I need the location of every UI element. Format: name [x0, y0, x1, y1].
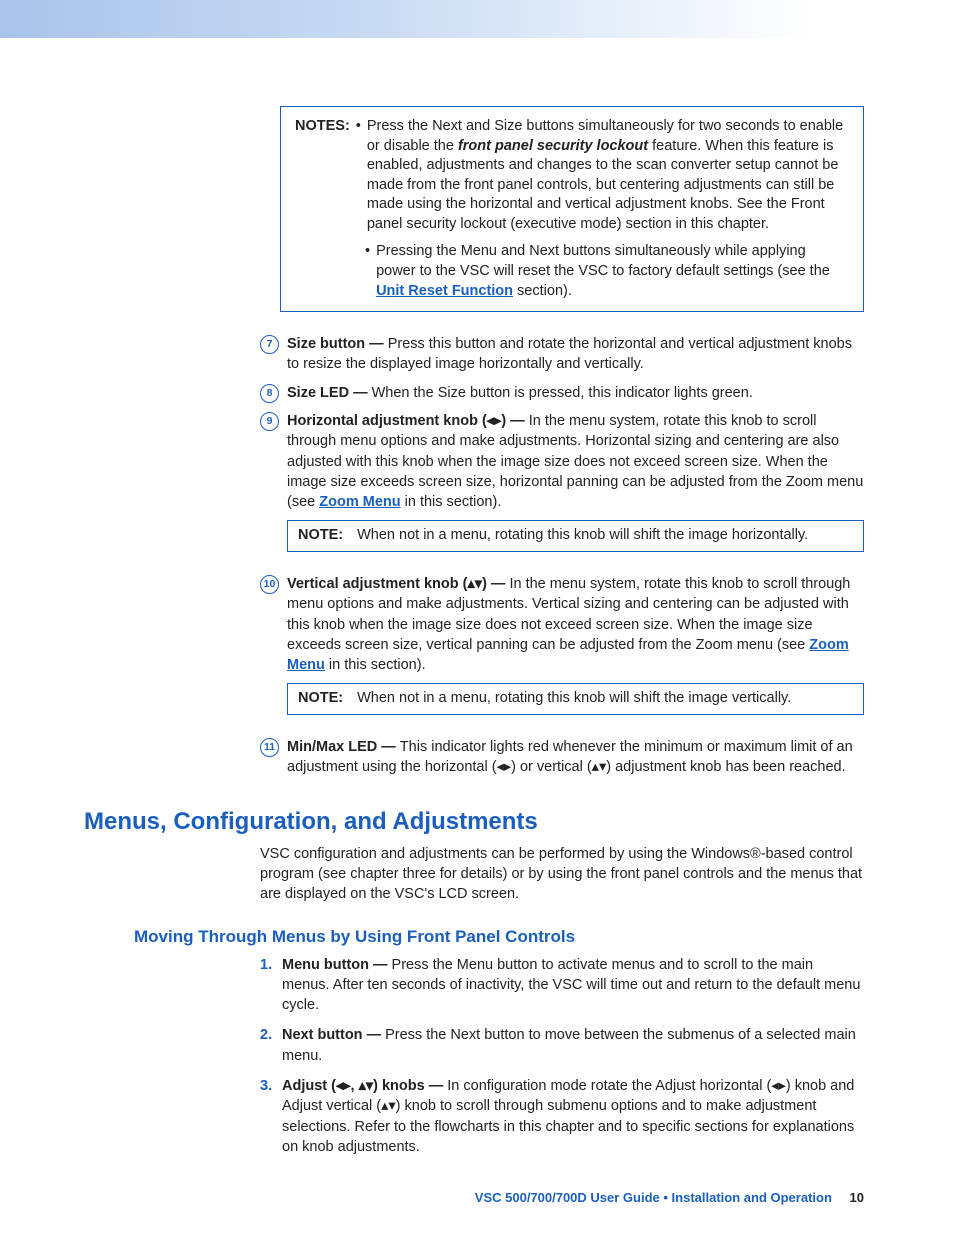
item-term: Min/Max LED — — [287, 739, 400, 755]
circled-number-icon: 10 — [260, 575, 279, 594]
list-number: 3. — [260, 1076, 282, 1157]
note-label: NOTE: — [298, 527, 343, 543]
note-label: NOTE: — [298, 690, 343, 706]
notes-bullet-1: Press the Next and Size buttons simultan… — [367, 117, 849, 234]
heading-1: Menus, Configuration, and Adjustments — [84, 808, 864, 836]
item-term: Menu button — — [282, 957, 392, 973]
item-body: When the Size button is pressed, this in… — [372, 385, 753, 401]
note-box: NOTE: When not in a menu, rotating this k… — [287, 683, 864, 715]
notes-label: NOTES: — [295, 117, 350, 234]
unit-reset-link[interactable]: Unit Reset Function — [376, 283, 513, 299]
circled-number-icon: 9 — [260, 412, 279, 431]
item-term: Size LED — — [287, 385, 372, 401]
note-text: When not in a menu, rotating this knob w… — [357, 690, 791, 706]
notes-box: NOTES: • Press the Next and Size buttons… — [280, 106, 864, 312]
item-8: 8 Size LED — When the Size button is pre… — [260, 383, 864, 403]
circled-number-icon: 11 — [260, 738, 279, 757]
bullet-icon: • — [365, 242, 370, 301]
item-term: Horizontal adjustment knob (◂▸) — — [287, 413, 529, 429]
item-term: Next button — — [282, 1027, 385, 1043]
bullet-icon: • — [356, 117, 361, 234]
page-number: 10 — [850, 1190, 864, 1205]
header-gradient — [0, 0, 954, 38]
list-number: 1. — [260, 955, 282, 1016]
zoom-menu-link[interactable]: Zoom Menu — [319, 494, 400, 510]
item-term: Vertical adjustment knob (▴▾) — — [287, 576, 509, 592]
notes-bullet-2: Pressing the Menu and Next buttons simul… — [376, 242, 849, 301]
item-11: 11 Min/Max LED — This indicator lights r… — [260, 737, 864, 778]
item-term: Size button — — [287, 336, 388, 352]
list-item: 2. Next button — Press the Next button t… — [260, 1025, 864, 1066]
circled-number-icon: 8 — [260, 384, 279, 403]
list-number: 2. — [260, 1025, 282, 1066]
item-term: Adjust (◂▸, ▴▾) knobs — — [282, 1078, 447, 1094]
item-10: 10 Vertical adjustment knob (▴▾) — In th… — [260, 574, 864, 729]
footer-title: VSC 500/700/700D User Guide • Installati… — [475, 1190, 832, 1205]
list-item: 1. Menu button — Press the Menu button t… — [260, 955, 864, 1016]
item-7: 7 Size button — Press this button and ro… — [260, 334, 864, 375]
list-item: 3. Adjust (◂▸, ▴▾) knobs — In configurat… — [260, 1076, 864, 1157]
page-footer: VSC 500/700/700D User Guide • Installati… — [475, 1190, 864, 1205]
intro-paragraph: VSC configuration and adjustments can be… — [260, 844, 864, 905]
item-9: 9 Horizontal adjustment knob (◂▸) — In t… — [260, 411, 864, 566]
note-box: NOTE: When not in a menu, rotating this k… — [287, 520, 864, 552]
circled-number-icon: 7 — [260, 335, 279, 354]
note-text: When not in a menu, rotating this knob w… — [357, 527, 808, 543]
heading-2: Moving Through Menus by Using Front Pane… — [134, 927, 864, 947]
